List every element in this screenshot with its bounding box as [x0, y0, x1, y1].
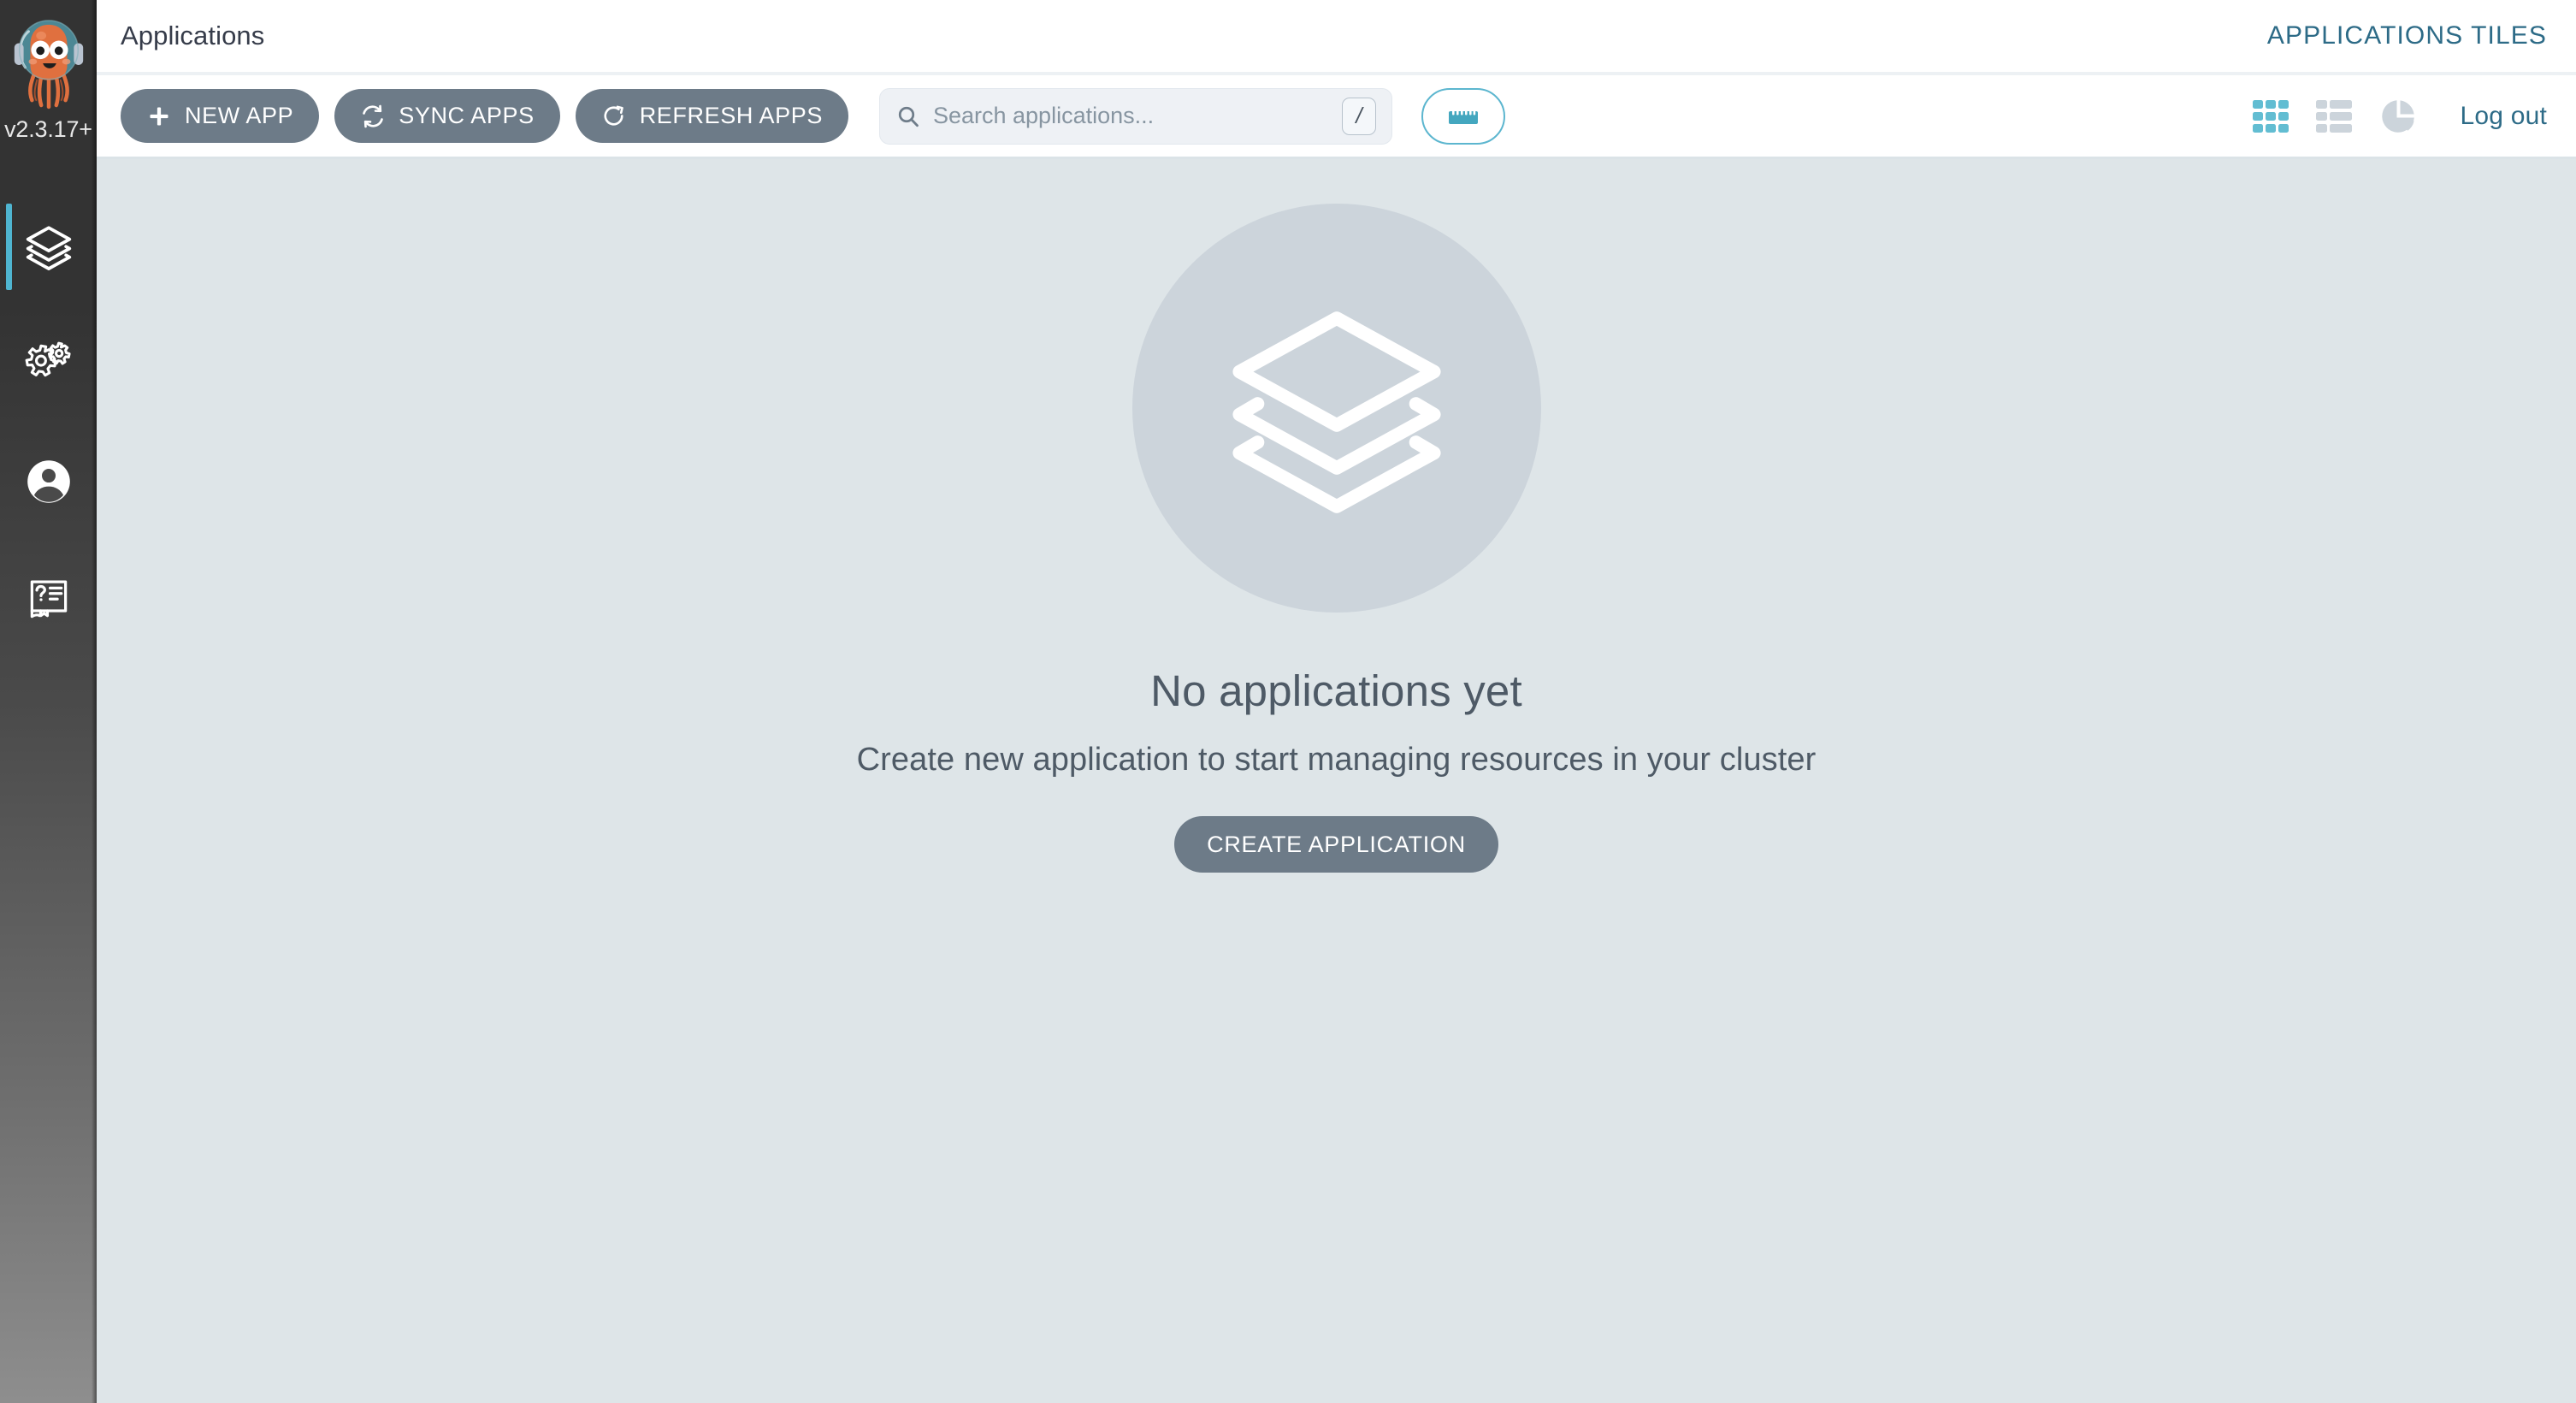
layers-icon	[1208, 280, 1465, 536]
sync-apps-button[interactable]: SYNC APPS	[334, 89, 559, 143]
pie-chart-icon	[2379, 98, 2417, 135]
version-label: v2.3.17+	[0, 118, 97, 141]
active-indicator	[6, 438, 12, 524]
active-indicator	[6, 321, 12, 407]
search-shortcut-badge[interactable]: /	[1342, 98, 1376, 135]
active-indicator	[6, 555, 12, 642]
grid-tiles-icon	[2252, 98, 2291, 134]
sidebar-item-applications[interactable]	[0, 188, 97, 305]
sidebar: v2.3.17+	[0, 0, 97, 1403]
view-mode-summary-button[interactable]	[2366, 88, 2430, 145]
sync-icon	[360, 104, 386, 129]
sidebar-nav	[0, 188, 97, 657]
sidebar-item-documentation[interactable]	[0, 540, 97, 657]
list-rows-icon	[2315, 98, 2354, 134]
help-book-icon	[22, 572, 75, 625]
view-mode-list-button[interactable]	[2303, 88, 2366, 145]
search-icon	[895, 104, 921, 129]
new-app-button[interactable]: NEW APP	[121, 89, 319, 143]
empty-state: No applications yet Create new applicati…	[97, 204, 2576, 873]
layers-icon	[22, 221, 75, 274]
content-area: Applications APPLICATIONS TILES NEW APP	[97, 0, 2576, 1403]
toolbar: NEW APP SYNC APPS	[97, 75, 2576, 159]
empty-state-subtitle: Create new application to start managing…	[857, 742, 1817, 778]
argocd-application: v2.3.17+	[0, 0, 2576, 1403]
applications-panel: No applications yet Create new applicati…	[97, 159, 2576, 1403]
keyboard-icon	[1446, 104, 1480, 129]
keyboard-shortcuts-button[interactable]	[1421, 88, 1505, 145]
argo-octopus-logo	[7, 3, 91, 123]
search-field[interactable]: /	[879, 88, 1392, 145]
toolbar-right-group: Log out	[2240, 88, 2548, 145]
refresh-icon	[601, 104, 627, 129]
gears-icon	[22, 338, 75, 391]
refresh-apps-button[interactable]: REFRESH APPS	[576, 89, 848, 143]
new-app-label: NEW APP	[185, 103, 293, 129]
sidebar-item-user-info[interactable]	[0, 423, 97, 540]
search-input[interactable]	[933, 103, 1342, 129]
refresh-apps-label: REFRESH APPS	[640, 103, 823, 129]
page-header: Applications APPLICATIONS TILES	[97, 0, 2576, 75]
applications-tiles-label[interactable]: APPLICATIONS TILES	[2267, 21, 2547, 50]
view-mode-tiles-button[interactable]	[2240, 88, 2303, 145]
plus-icon	[146, 104, 172, 129]
empty-state-illustration	[1132, 204, 1541, 613]
sync-apps-label: SYNC APPS	[399, 103, 534, 129]
create-application-button[interactable]: CREATE APPLICATION	[1174, 816, 1498, 873]
page-title: Applications	[121, 21, 264, 51]
user-circle-icon	[22, 455, 75, 508]
sidebar-item-settings[interactable]	[0, 305, 97, 423]
active-indicator	[6, 204, 12, 290]
empty-state-title: No applications yet	[1150, 666, 1522, 716]
logout-link[interactable]: Log out	[2461, 102, 2548, 131]
brand-block[interactable]: v2.3.17+	[0, 0, 97, 163]
